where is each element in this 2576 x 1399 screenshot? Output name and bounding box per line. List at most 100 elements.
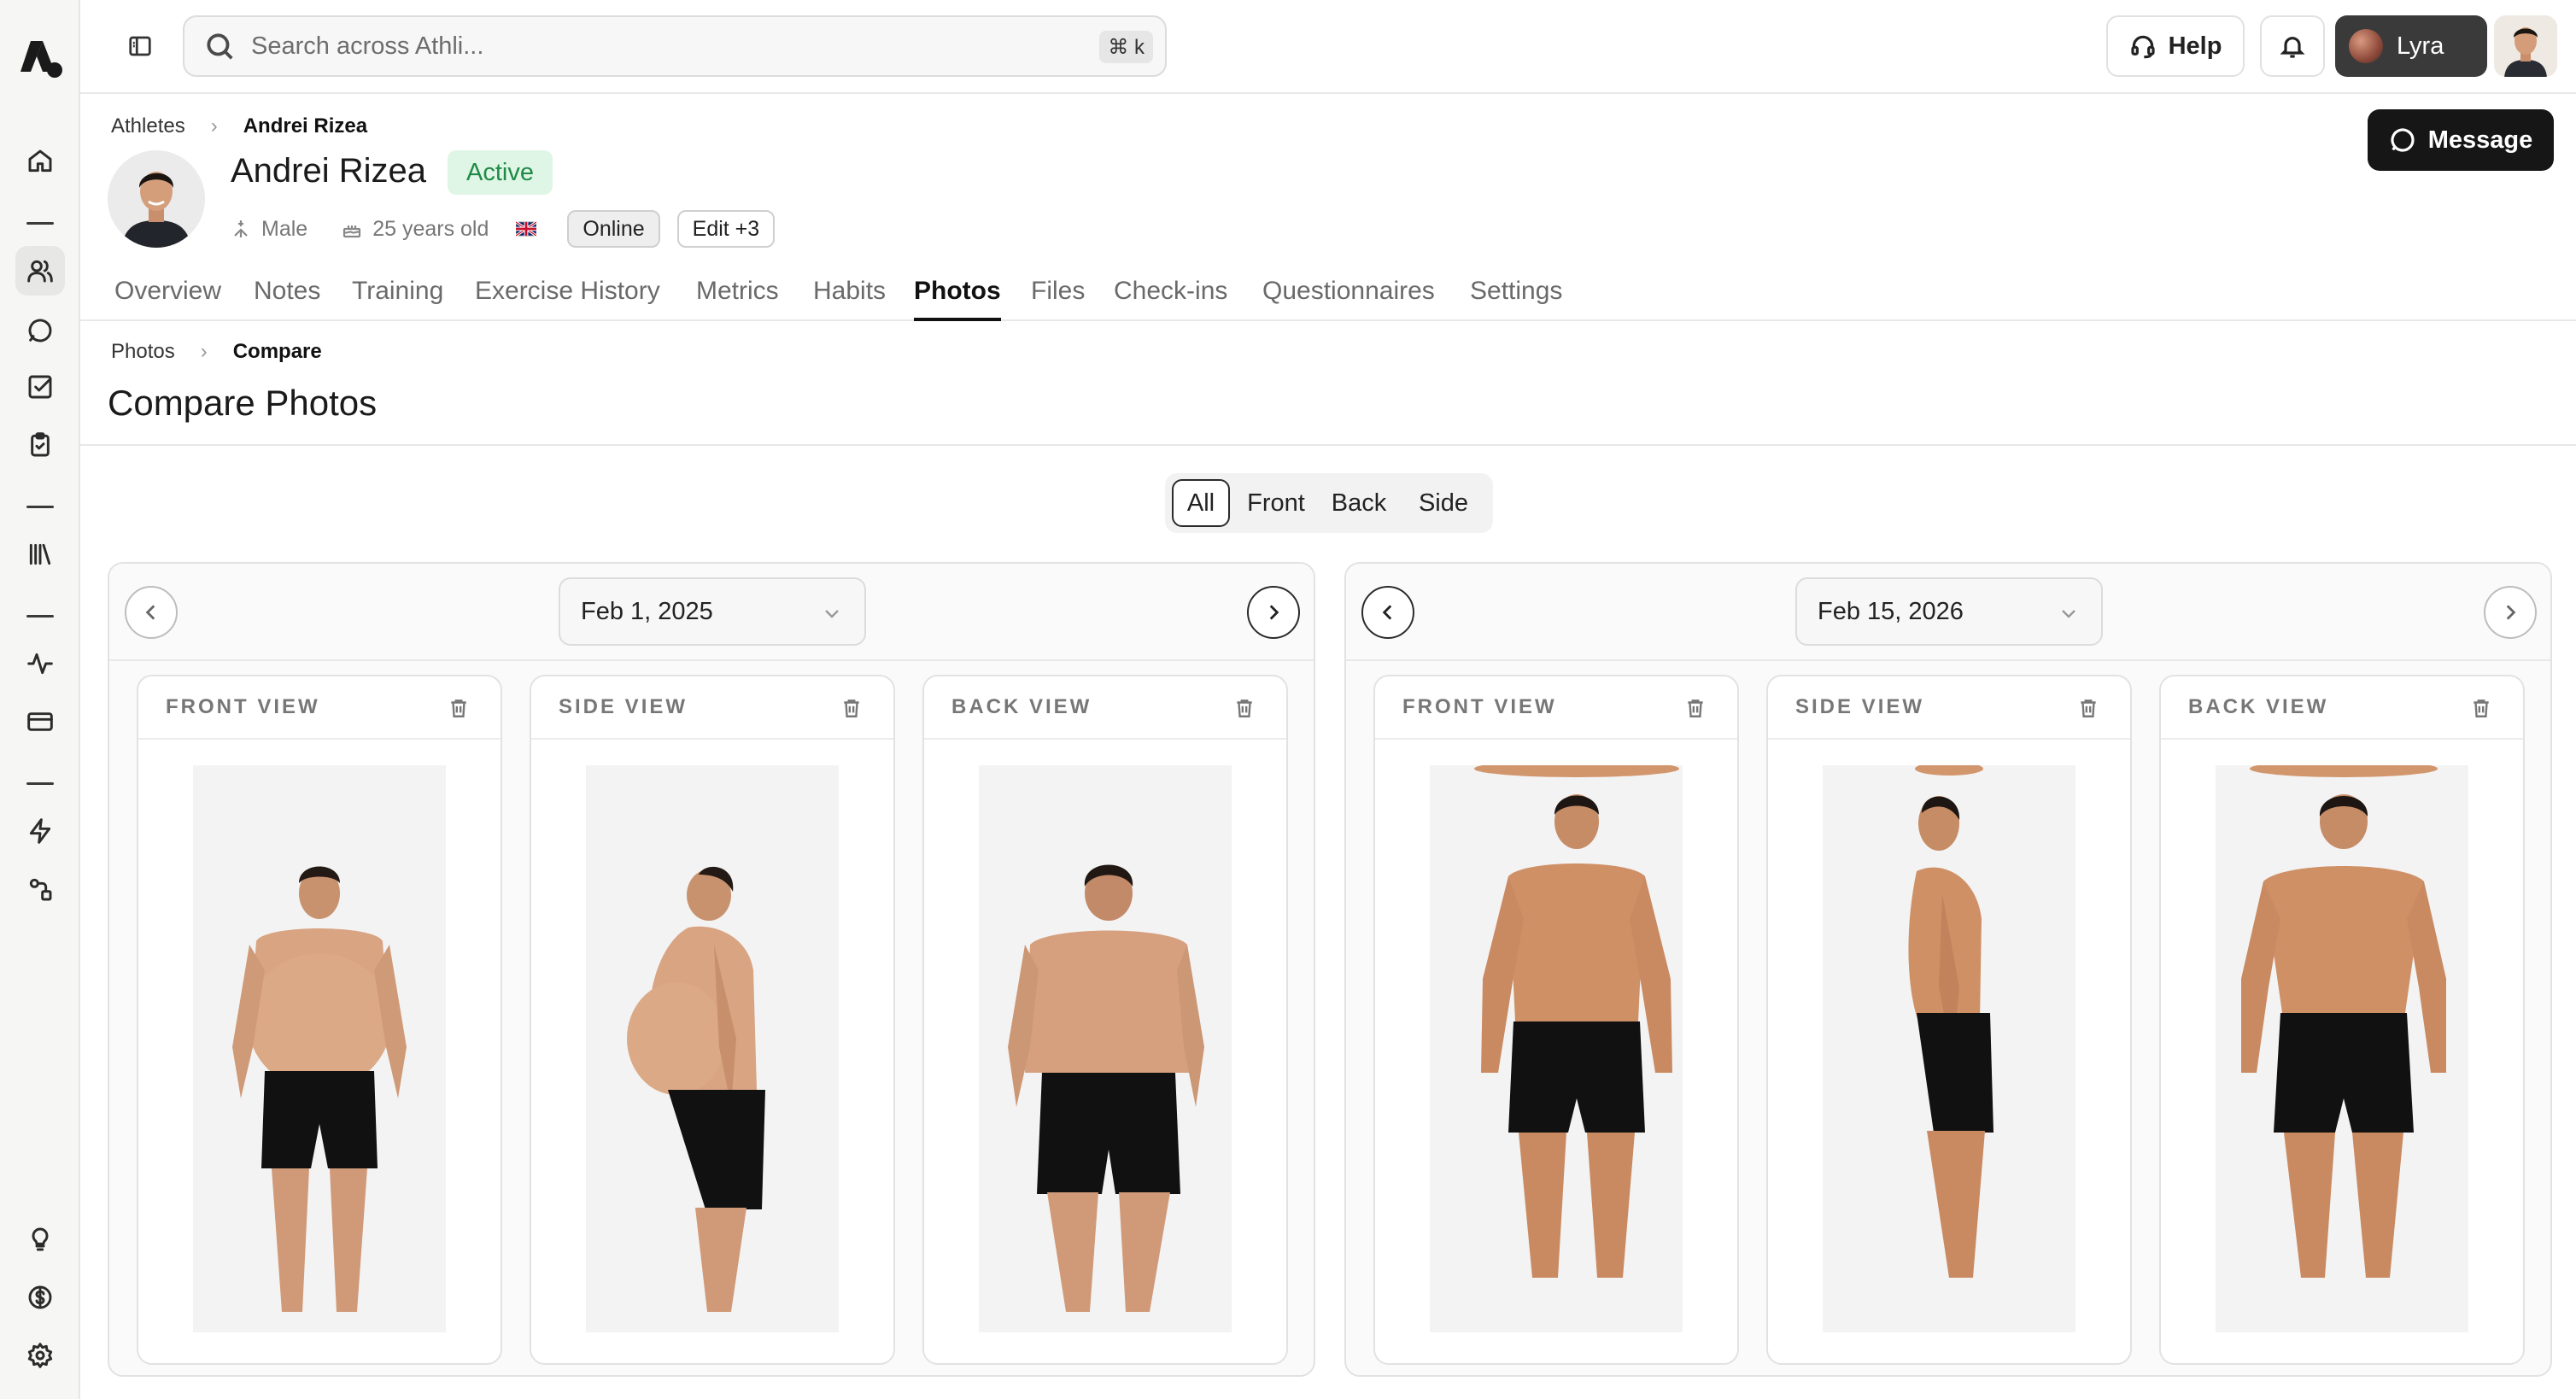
filter-back[interactable]: Back	[1320, 479, 1397, 527]
trash-icon[interactable]	[840, 697, 863, 719]
page-title: Compare Photos	[108, 383, 378, 423]
dollar-icon[interactable]	[15, 1273, 65, 1322]
athletes-icon[interactable]	[15, 246, 65, 296]
photo-card-title: BACK VIEW	[924, 676, 1286, 740]
rail-divider	[26, 615, 54, 618]
edit-tags-chip[interactable]: Edit +3	[676, 210, 776, 248]
billing-card-icon[interactable]	[15, 697, 65, 746]
trash-icon[interactable]	[2470, 697, 2492, 719]
panel-header: Feb 15, 2026	[1346, 564, 2550, 661]
photo-card-title: FRONT VIEW	[1375, 676, 1737, 740]
message-button[interactable]: Message	[2368, 109, 2554, 171]
chevron-right-icon: ›	[210, 114, 218, 138]
panel-header: Feb 1, 2025	[109, 564, 1314, 661]
photos-breadcrumb: Photos › Compare	[111, 340, 322, 364]
tab-files[interactable]: Files	[1031, 277, 1085, 321]
tab-notes[interactable]: Notes	[254, 277, 320, 321]
clipboard-icon[interactable]	[15, 420, 65, 470]
progress-photo[interactable]	[586, 765, 839, 1332]
top-bar: Search across Athli... ⌘ k Help Lyra	[80, 0, 2576, 94]
progress-photo[interactable]	[1430, 760, 1683, 1332]
photo-card-front: FRONT VIEW	[1373, 675, 1739, 1365]
chevron-down-icon	[825, 610, 839, 618]
lyra-assistant-button[interactable]: Lyra	[2335, 15, 2487, 77]
tab-photos[interactable]: Photos	[914, 277, 1001, 321]
breadcrumb: Athletes › Andrei Rizea	[111, 114, 367, 138]
tab-training[interactable]: Training	[352, 277, 443, 321]
date-select[interactable]: Feb 1, 2025	[559, 577, 866, 646]
previous-date-button[interactable]	[1361, 586, 1414, 639]
help-button[interactable]: Help	[2106, 15, 2245, 77]
previous-date-button[interactable]	[125, 586, 178, 639]
chat-icon[interactable]	[15, 306, 65, 355]
tab-metrics[interactable]: Metrics	[696, 277, 779, 321]
filter-front[interactable]: Front	[1235, 479, 1317, 527]
tab-overview[interactable]: Overview	[114, 277, 221, 321]
chevron-left-icon	[1382, 605, 1392, 620]
headset-icon	[2130, 35, 2155, 59]
rail-divider	[26, 506, 54, 508]
progress-photo[interactable]	[1823, 762, 2075, 1332]
trash-icon[interactable]	[448, 697, 470, 719]
compare-panel-left: Feb 1, 2025 FRONT VIEW SIDE VIEW BACK VI…	[108, 562, 1315, 1377]
date-select[interactable]: Feb 15, 2026	[1795, 577, 2103, 646]
tab-questionnaires[interactable]: Questionnaires	[1262, 277, 1435, 321]
trash-icon[interactable]	[2077, 697, 2099, 719]
activity-icon[interactable]	[15, 639, 65, 688]
breadcrumb-athletes[interactable]: Athletes	[111, 114, 185, 138]
bell-icon	[2280, 37, 2305, 58]
photo-card-side: SIDE VIEW	[1766, 675, 2132, 1365]
chevron-left-icon	[145, 605, 155, 620]
breadcrumb-compare: Compare	[232, 340, 322, 363]
athlete-tabs: Overview Notes Training Exercise History…	[80, 270, 2576, 321]
rail-divider	[26, 222, 54, 225]
progress-photo[interactable]	[2216, 760, 2468, 1332]
progress-photo[interactable]	[979, 765, 1232, 1332]
search-input[interactable]: Search across Athli... ⌘ k	[183, 15, 1167, 77]
athlete-meta: Male 25 years old Online Edit +3	[231, 210, 776, 248]
chevron-down-icon	[2062, 610, 2075, 618]
athlete-age: 25 years old	[372, 216, 489, 241]
tab-exercise-history[interactable]: Exercise History	[475, 277, 660, 321]
lightbulb-icon[interactable]	[15, 1215, 65, 1264]
lyra-orb-icon	[2349, 29, 2383, 63]
tasks-icon[interactable]	[15, 362, 65, 412]
integrations-icon[interactable]	[15, 864, 65, 914]
photo-card-title: SIDE VIEW	[1768, 676, 2130, 740]
settings-gear-icon[interactable]	[15, 1331, 65, 1380]
trash-icon[interactable]	[1233, 697, 1256, 719]
filter-side[interactable]: Side	[1401, 479, 1486, 527]
next-date-button[interactable]	[1247, 586, 1300, 639]
compare-panel-right: Feb 15, 2026 FRONT VIEW SIDE VIEW BACK V…	[1344, 562, 2552, 1377]
tab-settings[interactable]: Settings	[1470, 277, 1562, 321]
search-placeholder: Search across Athli...	[251, 32, 484, 60]
athlete-name: Andrei Rizea	[231, 152, 427, 190]
chevron-right-icon	[1269, 605, 1279, 620]
lyra-label: Lyra	[2397, 32, 2444, 60]
sidebar-toggle-icon[interactable]	[123, 29, 157, 63]
rail-divider	[26, 782, 54, 785]
breadcrumb-photos[interactable]: Photos	[111, 340, 175, 364]
chat-bubble-icon	[2391, 128, 2415, 152]
tab-check-ins[interactable]: Check-ins	[1114, 277, 1227, 321]
home-icon[interactable]	[15, 137, 65, 186]
automation-bolt-icon[interactable]	[15, 806, 65, 856]
filter-all[interactable]: All	[1172, 479, 1230, 527]
photo-card-title: FRONT VIEW	[138, 676, 501, 740]
search-icon	[207, 33, 233, 60]
breadcrumb-current: Andrei Rizea	[243, 114, 368, 138]
user-avatar[interactable]	[2494, 15, 2557, 77]
notifications-button[interactable]	[2260, 15, 2325, 77]
progress-photo[interactable]	[193, 765, 446, 1332]
uk-flag-icon	[516, 220, 537, 237]
section-divider	[80, 444, 2576, 446]
library-icon[interactable]	[15, 530, 65, 579]
presence-chip: Online	[567, 210, 660, 248]
athlete-gender: Male	[261, 216, 308, 241]
app-logo-icon[interactable]	[17, 38, 63, 80]
trash-icon[interactable]	[1684, 697, 1707, 719]
tab-habits[interactable]: Habits	[813, 277, 886, 321]
selected-date: Feb 1, 2025	[581, 597, 713, 625]
next-date-button[interactable]	[2484, 586, 2537, 639]
cake-icon	[343, 225, 361, 238]
